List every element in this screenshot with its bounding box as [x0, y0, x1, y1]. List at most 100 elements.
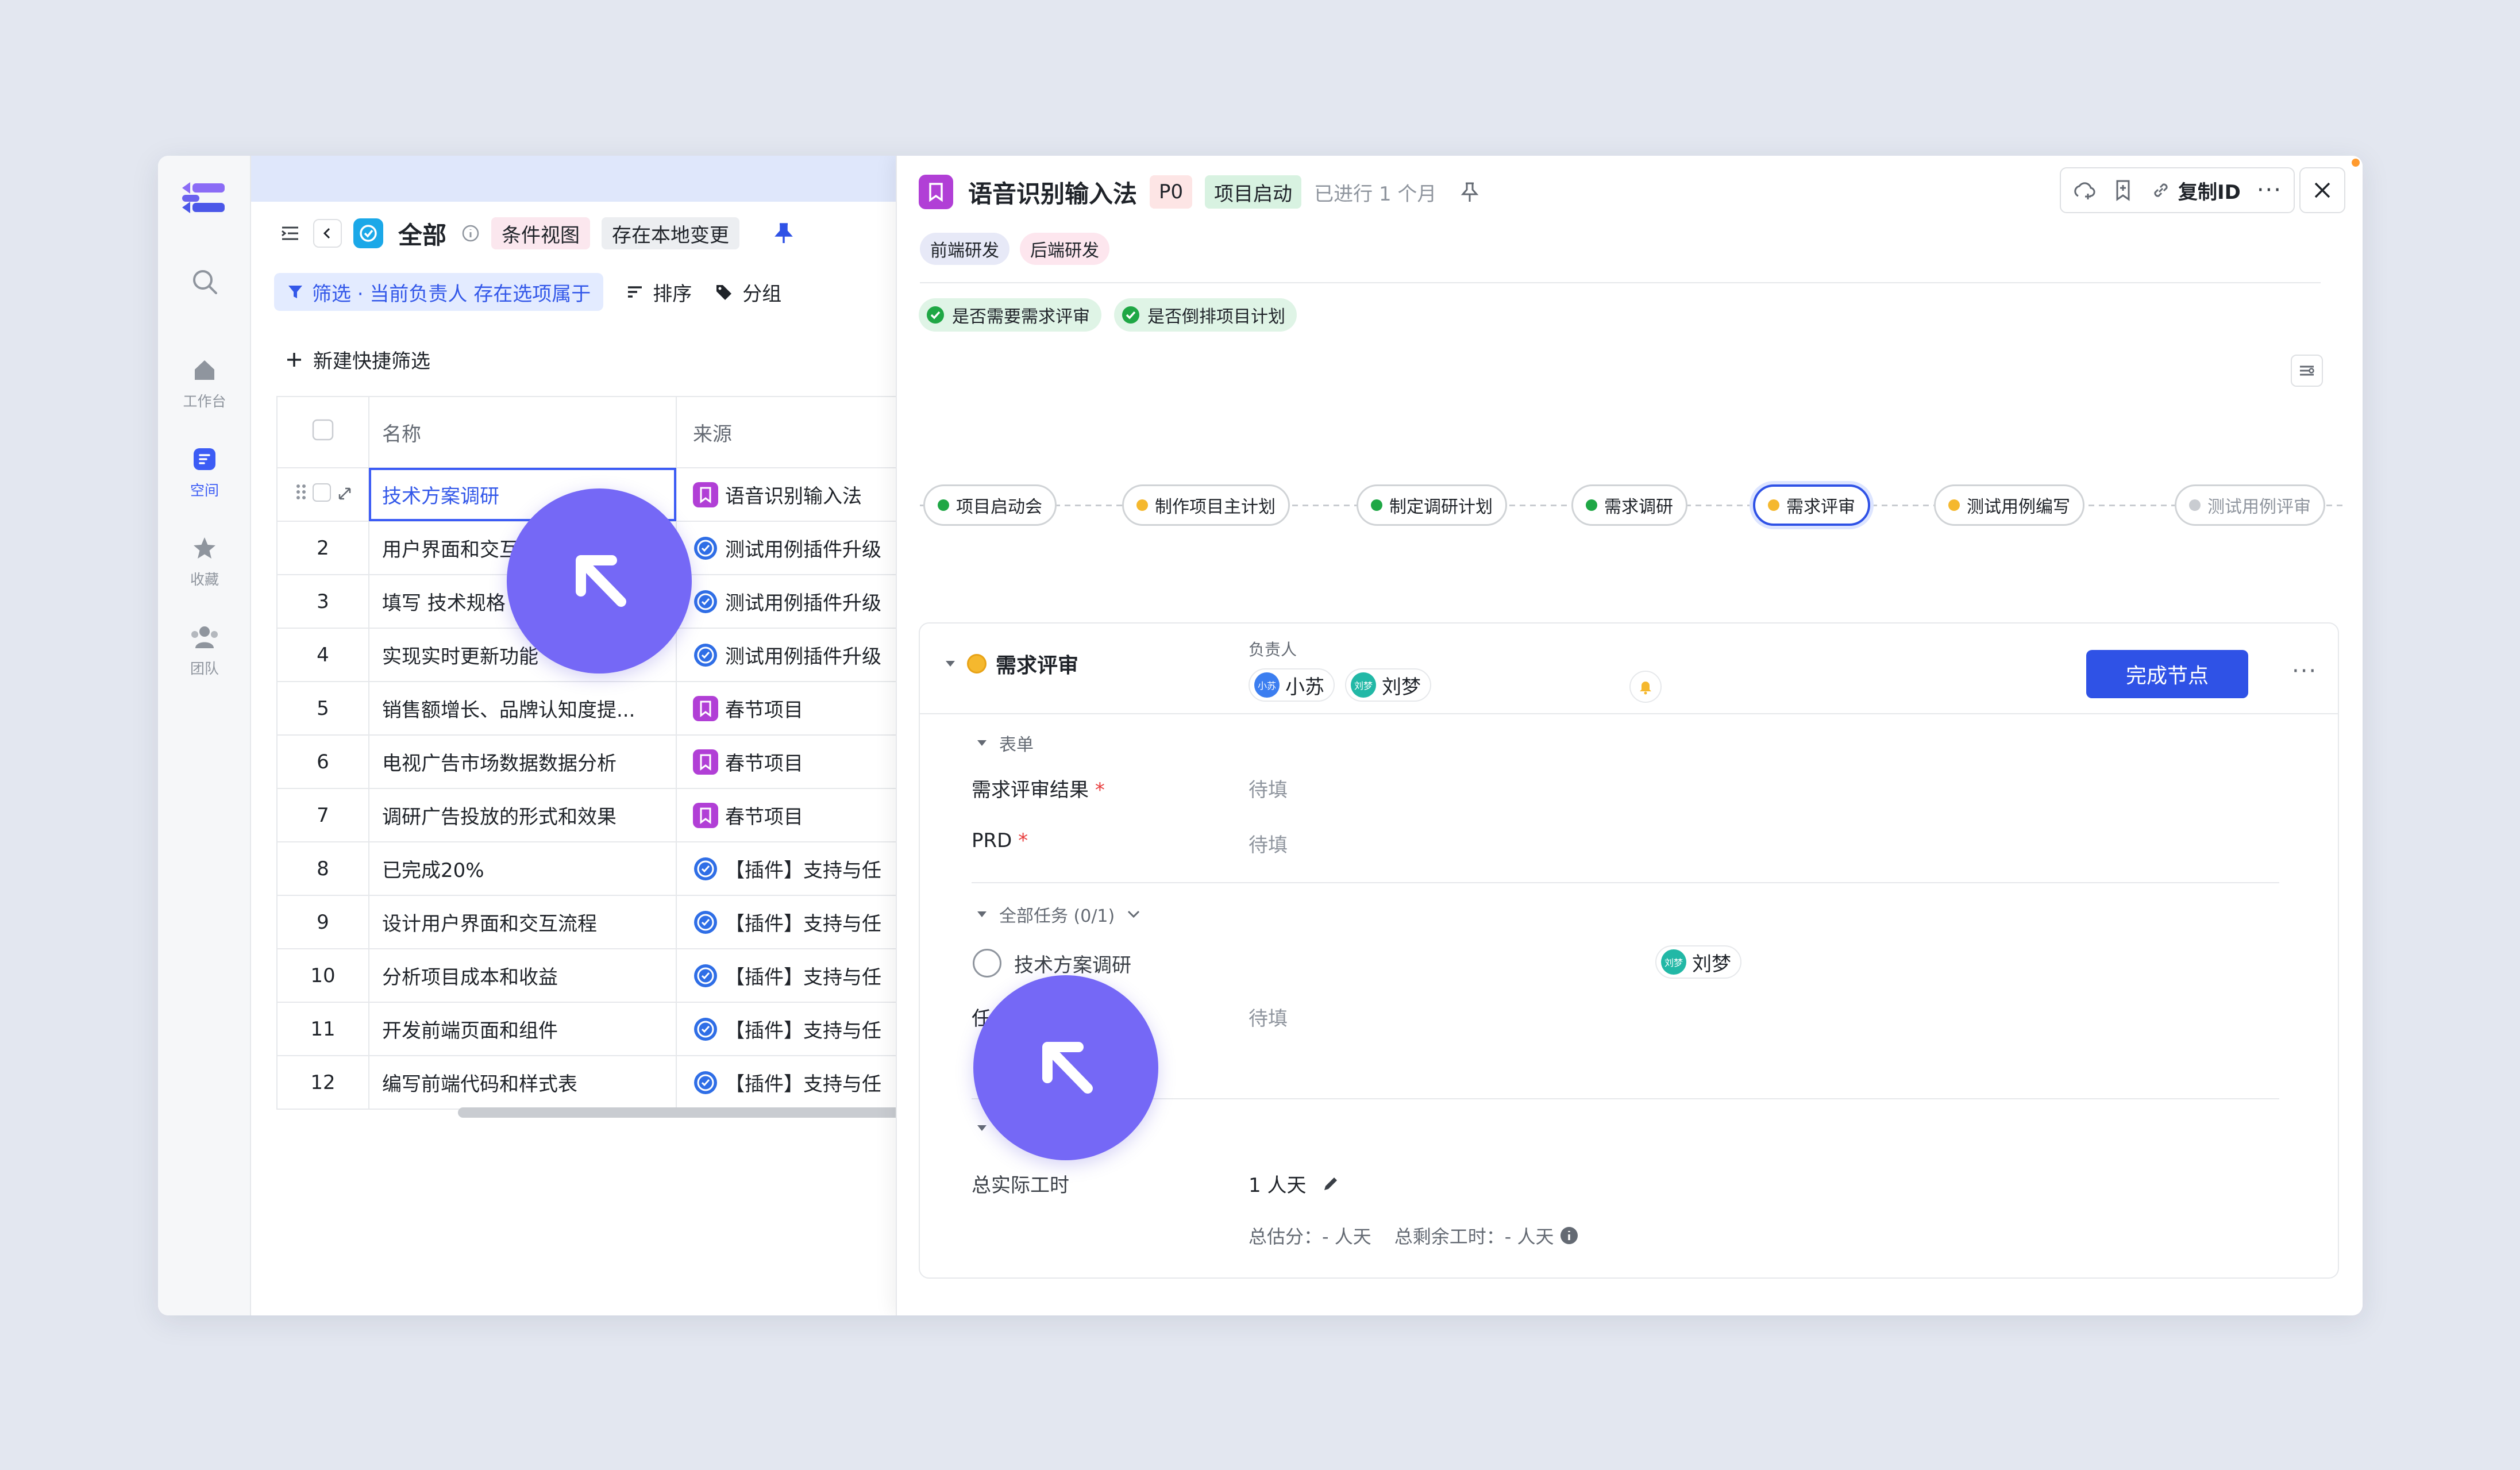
cell-name[interactable]: 开发前端页面和组件 — [368, 1002, 677, 1056]
cell-source[interactable]: 【插件】支持与任 — [676, 948, 918, 1003]
source-wrap: 语音识别输入法 — [693, 480, 901, 509]
search-icon[interactable] — [190, 267, 219, 296]
view-type-chip[interactable]: 条件视图 — [491, 217, 591, 249]
flow-node[interactable]: 需求评审 — [1753, 484, 1870, 526]
form-section-toggle[interactable]: 表单 — [975, 730, 1034, 756]
edit-icon[interactable] — [1321, 1174, 1340, 1194]
source-wrap: 测试用例插件升级 — [693, 587, 901, 615]
collapse-sidebar-icon[interactable] — [279, 222, 302, 245]
filter-chip[interactable]: 筛选 · 当前负责人 存在选项属于 — [274, 273, 604, 311]
back-button[interactable] — [313, 219, 342, 248]
cell-source[interactable]: 【插件】支持与任 — [676, 895, 918, 949]
close-button[interactable] — [2299, 167, 2345, 213]
cell-source[interactable]: 测试用例插件升级 — [676, 574, 918, 629]
cell-source[interactable]: 语音识别输入法 — [676, 467, 918, 522]
column-header-name[interactable]: 名称 — [368, 396, 677, 468]
check-chip[interactable]: 是否需要需求评审 — [919, 298, 1101, 332]
column-header-source[interactable]: 来源 — [676, 396, 918, 468]
reminder-button[interactable] — [1629, 671, 1662, 703]
cell-source[interactable]: 【插件】支持与任 — [676, 1055, 918, 1110]
team-icon — [191, 626, 218, 648]
save-changes-chip[interactable]: 存在本地变更 — [602, 217, 740, 249]
cloud-add-icon[interactable] — [2072, 179, 2095, 202]
copy-id-button[interactable]: 复制ID — [2151, 176, 2241, 205]
sort-button[interactable]: 排序 — [626, 278, 692, 306]
stage-tag[interactable]: 项目启动 — [1205, 175, 1302, 209]
cell-name[interactable]: 电视广告市场数据数据分析 — [368, 734, 677, 789]
assignee-chip[interactable]: 刘梦 刘梦 — [1655, 945, 1741, 979]
cell-source[interactable]: 【插件】支持与任 — [676, 1002, 918, 1056]
table-row[interactable]: 6 电视广告市场数据数据分析 春节项目 — [276, 734, 918, 789]
source-wrap: 【插件】支持与任 — [693, 855, 901, 883]
cell-source[interactable]: 【插件】支持与任 — [676, 841, 918, 896]
info-icon[interactable] — [461, 224, 480, 243]
owner-chip[interactable]: 刘梦 刘梦 — [1345, 668, 1431, 702]
field-value[interactable]: 待填 — [1249, 774, 1288, 802]
table-row[interactable]: 12 编写前端代码和样式表 【插件】支持与任 — [276, 1055, 918, 1110]
node-card-header[interactable]: 需求评审 — [943, 649, 1078, 679]
label-chip[interactable]: 后端研发 — [1020, 233, 1109, 265]
quick-filter-label: 新建快捷筛选 — [313, 350, 430, 373]
cell-name[interactable]: 销售额增长、品牌认知度提... — [368, 681, 677, 736]
worktime-section-toggle[interactable] — [975, 1121, 989, 1135]
view-check-icon — [353, 218, 383, 248]
flow-node[interactable]: 测试用例编写 — [1934, 484, 2084, 526]
cell-source[interactable]: 测试用例插件升级 — [676, 628, 918, 682]
table-row[interactable]: 10 分析项目成本和收益 【插件】支持与任 — [276, 948, 918, 1003]
table-row[interactable]: 7 调研广告投放的形式和效果 春节项目 — [276, 788, 918, 842]
cell-name[interactable]: 调研广告投放的形式和效果 — [368, 788, 677, 842]
table-row[interactable]: 9 设计用户界面和交互流程 【插件】支持与任 — [276, 895, 918, 949]
cell-source[interactable]: 测试用例插件升级 — [676, 521, 918, 575]
flow-node[interactable]: 制作项目主计划 — [1122, 484, 1290, 526]
caret-down-icon — [977, 1125, 987, 1131]
priority-tag[interactable]: P0 — [1150, 175, 1193, 209]
table-row[interactable]: 11 开发前端页面和组件 【插件】支持与任 — [276, 1002, 918, 1056]
cell-name[interactable]: 分析项目成本和收益 — [368, 948, 677, 1003]
row-handle-cell[interactable] — [276, 467, 369, 522]
cell-source[interactable]: 春节项目 — [676, 681, 918, 736]
group-button[interactable]: 分组 — [715, 278, 781, 306]
checkbox-icon[interactable] — [311, 418, 334, 441]
cell-name[interactable]: 设计用户界面和交互流程 — [368, 895, 677, 949]
drag-expand-icon[interactable] — [291, 480, 355, 503]
field-value[interactable]: 待填 — [1249, 829, 1288, 857]
task-name: 用户界面和交互 — [382, 538, 519, 561]
new-quick-filter[interactable]: 新建快捷筛选 — [286, 345, 430, 374]
project-title: 语音识别输入法 — [968, 179, 1138, 208]
flow-node[interactable]: 测试用例评审 — [2175, 484, 2325, 526]
table-row[interactable]: 8 已完成20% 【插件】支持与任 — [276, 841, 918, 896]
pin-icon[interactable] — [774, 222, 793, 245]
check-chip[interactable]: 是否倒排项目计划 — [1114, 298, 1297, 332]
field-value[interactable]: 待填 — [1249, 1003, 1288, 1031]
flow-node[interactable]: 制定调研计划 — [1357, 484, 1507, 526]
task-item[interactable]: 技术方案调研 — [973, 949, 1131, 978]
info-icon[interactable] — [1559, 1226, 1579, 1245]
rail-item-workbench[interactable]: 工作台 — [158, 357, 251, 411]
cell-source[interactable]: 春节项目 — [676, 788, 918, 842]
rail-item-team[interactable]: 团队 — [158, 624, 251, 678]
field-name: PRD — [972, 829, 1012, 852]
table-row[interactable]: 5 销售额增长、品牌认知度提... 春节项目 — [276, 681, 918, 736]
owner-chip[interactable]: 小苏 小苏 — [1249, 668, 1335, 702]
rail-item-space[interactable]: 空间 — [158, 446, 251, 500]
divider — [972, 882, 2279, 883]
task-checkbox[interactable] — [973, 949, 1001, 978]
flow-node[interactable]: 项目启动会 — [923, 484, 1057, 526]
rail-item-favorites[interactable]: 收藏 — [158, 535, 251, 589]
flow-node[interactable]: 需求调研 — [1571, 484, 1687, 526]
row-number: 3 — [276, 574, 369, 629]
flow-settings-button[interactable] — [2291, 355, 2323, 387]
check-circle-icon — [694, 643, 717, 667]
task-name: 实现实时更新功能 — [382, 645, 538, 668]
label-chip[interactable]: 前端研发 — [920, 233, 1009, 265]
cell-name[interactable]: 编写前端代码和样式表 — [368, 1055, 677, 1110]
tasks-section-toggle[interactable]: 全部任务 (0/1) — [975, 902, 1142, 927]
more-icon[interactable]: ··· — [2292, 658, 2317, 684]
complete-node-button[interactable]: 完成节点 — [2086, 650, 2248, 698]
cell-name[interactable]: 已完成20% — [368, 841, 677, 896]
pin-icon[interactable] — [1459, 180, 1480, 203]
cell-source[interactable]: 春节项目 — [676, 734, 918, 789]
select-all-cell[interactable] — [276, 396, 369, 468]
more-icon[interactable]: ··· — [2257, 177, 2282, 203]
bookmark-add-icon[interactable] — [2111, 179, 2134, 202]
